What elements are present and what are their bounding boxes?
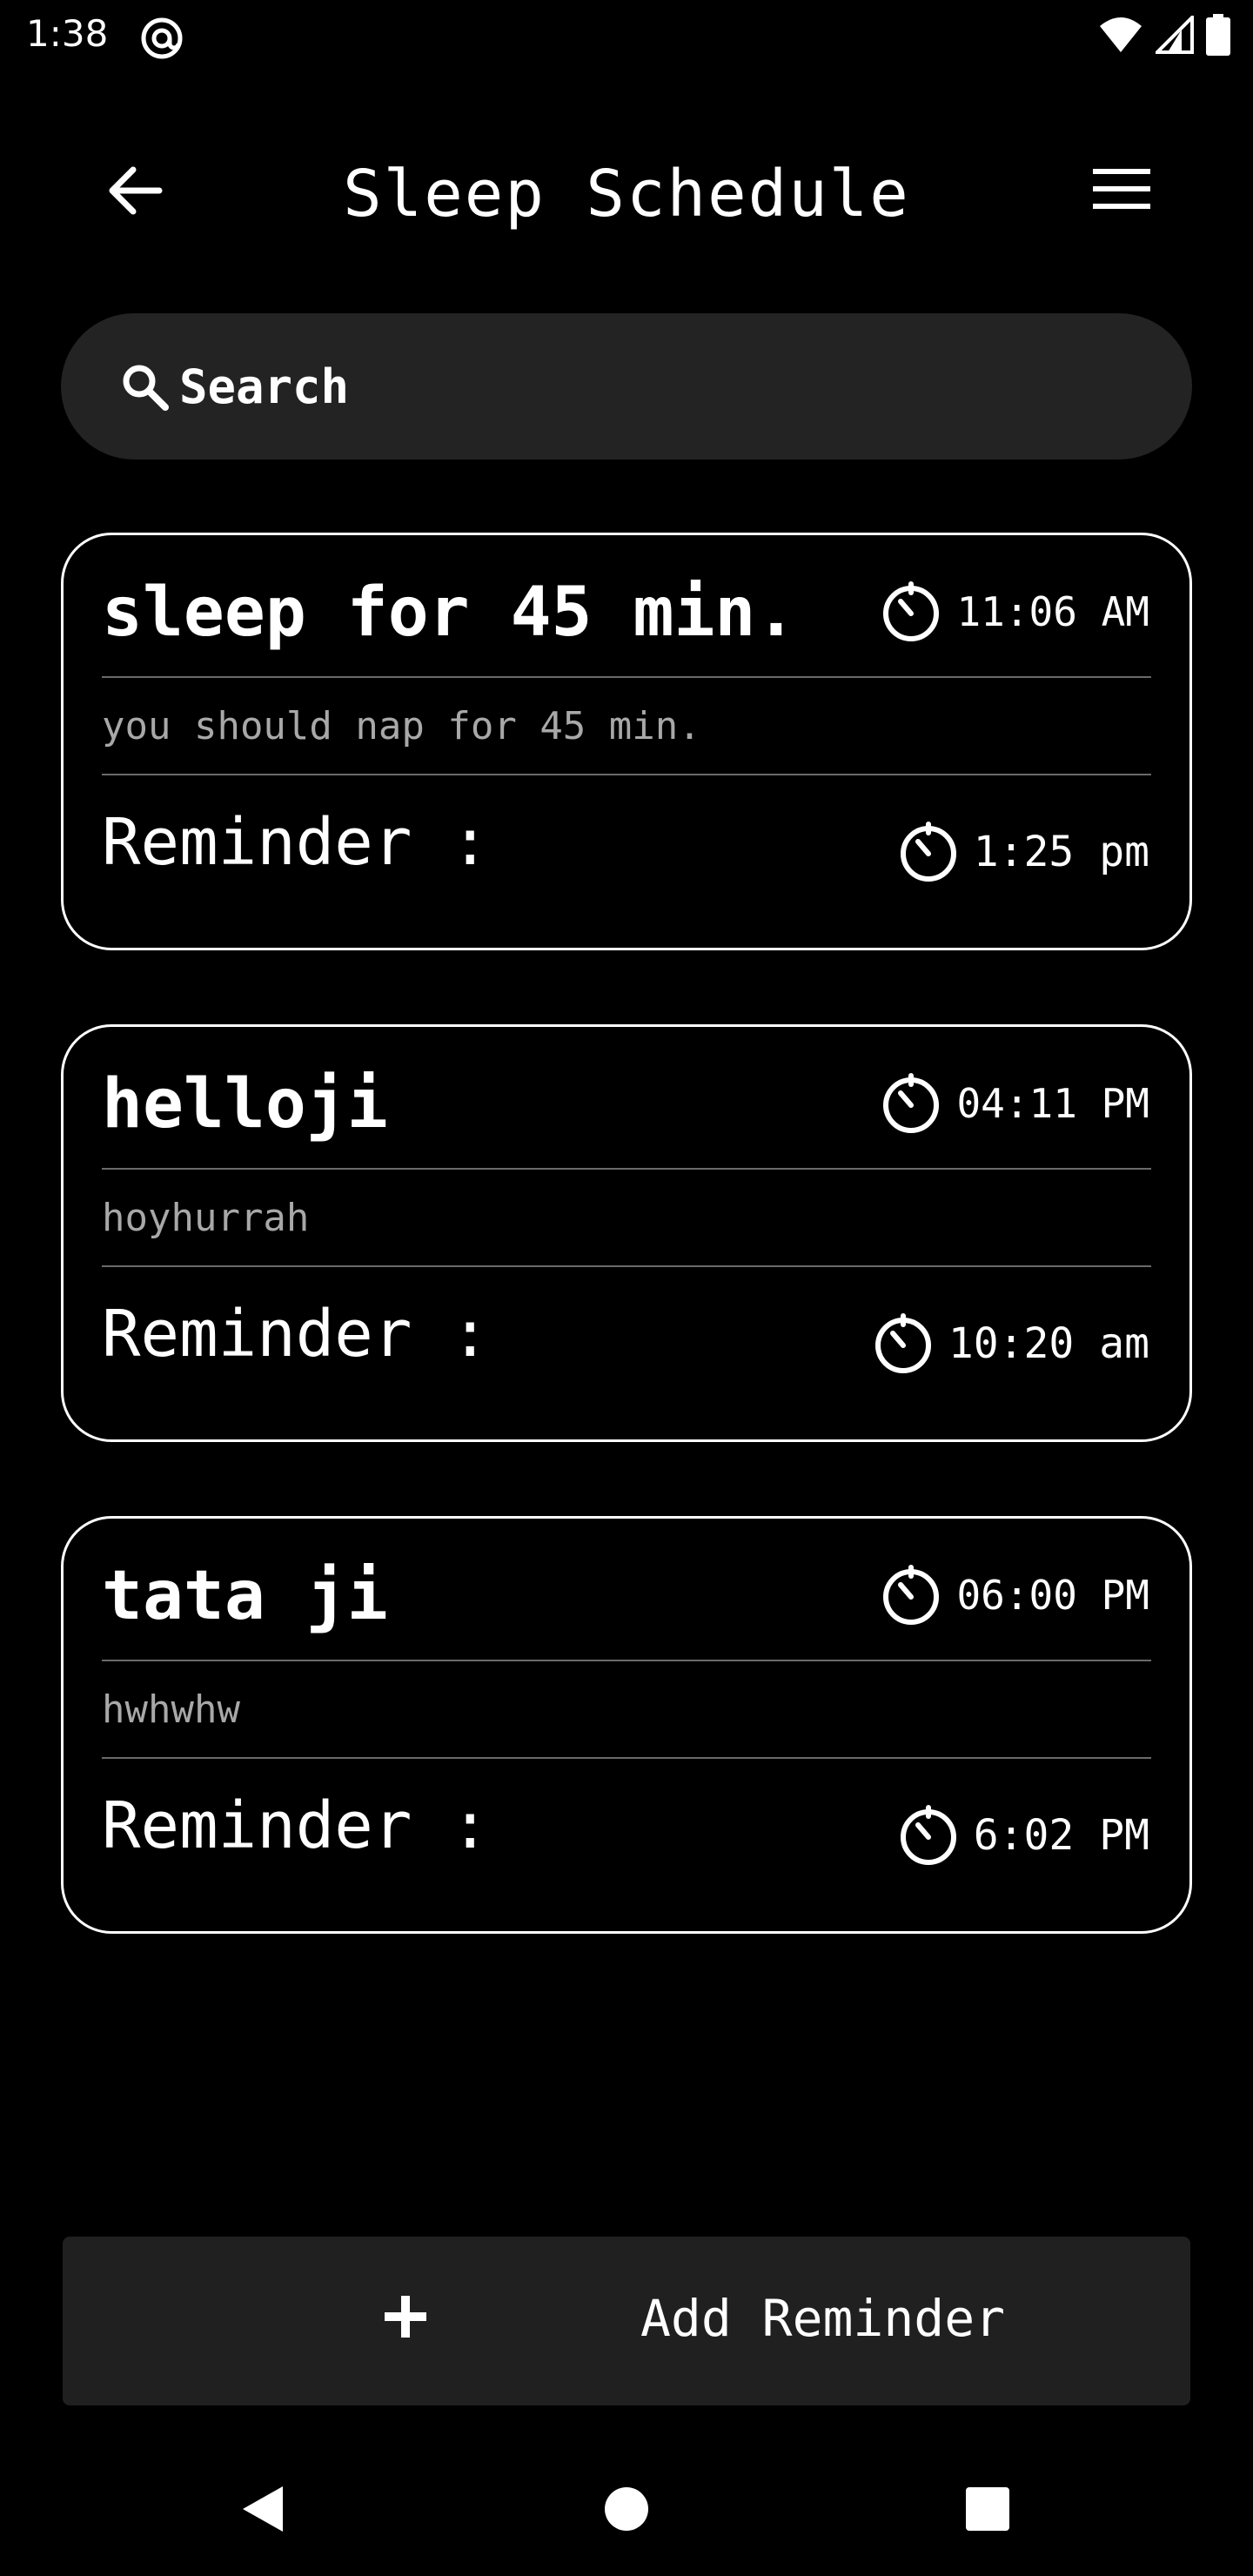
search-input[interactable]: Search xyxy=(61,313,1192,460)
status-time: 1:38 xyxy=(26,12,109,55)
reminder-title: helloji xyxy=(102,1065,388,1144)
nav-recents-icon xyxy=(964,2485,1011,2536)
reminder-label: Reminder : xyxy=(102,805,490,880)
page-title: Sleep Schedule xyxy=(343,157,910,231)
system-nav-bar xyxy=(0,2445,1253,2576)
reminder-time-text: 04:11 PM xyxy=(956,1080,1149,1127)
hamburger-menu-icon xyxy=(1093,167,1150,214)
reminder-created-time: 06:00 PM xyxy=(880,1564,1149,1627)
divider xyxy=(102,774,1151,775)
reminder-card[interactable]: tata ji 06:00 PM hwhwhw Reminder : 6:02 … xyxy=(61,1516,1192,1934)
reminder-alarm-text: 6:02 PM xyxy=(973,1811,1149,1860)
reminder-created-time: 04:11 PM xyxy=(880,1072,1149,1135)
divider xyxy=(102,1757,1151,1759)
reminder-note: hoyhurrah xyxy=(102,1196,310,1240)
search-icon xyxy=(118,360,171,413)
at-sign-icon xyxy=(139,16,184,61)
reminder-label: Reminder : xyxy=(102,1788,490,1863)
reminder-title: tata ji xyxy=(102,1557,388,1635)
reminder-alarm-time: 6:02 PM xyxy=(897,1804,1149,1867)
divider xyxy=(102,1168,1151,1170)
reminder-alarm-time: 10:20 am xyxy=(872,1312,1149,1375)
reminder-alarm-time: 1:25 pm xyxy=(897,821,1149,883)
add-reminder-label: Add Reminder xyxy=(640,2289,1006,2348)
reminder-card[interactable]: helloji 04:11 PM hoyhurrah Reminder : 10… xyxy=(61,1024,1192,1442)
timer-icon xyxy=(880,580,942,643)
timer-icon xyxy=(897,821,960,883)
battery-icon xyxy=(1206,14,1230,59)
reminder-list: sleep for 45 min. 11:06 AM you should na… xyxy=(61,533,1192,2008)
status-icons xyxy=(1098,13,1230,59)
nav-home-icon xyxy=(603,2485,650,2536)
timer-icon xyxy=(880,1072,942,1135)
timer-icon xyxy=(880,1564,942,1627)
nav-back-icon xyxy=(238,2483,286,2539)
reminder-note: you should nap for 45 min. xyxy=(102,704,701,748)
divider xyxy=(102,676,1151,678)
reminder-alarm-text: 10:20 am xyxy=(948,1319,1149,1368)
timer-icon xyxy=(872,1312,935,1375)
reminder-label: Reminder : xyxy=(102,1297,490,1372)
plus-icon xyxy=(369,2280,442,2353)
reminder-created-time: 11:06 AM xyxy=(880,580,1149,643)
reminder-time-text: 06:00 PM xyxy=(956,1572,1149,1619)
status-bar: 1:38 xyxy=(0,0,1253,73)
search-placeholder: Search xyxy=(179,359,350,414)
signal-icon xyxy=(1153,13,1194,57)
reminder-title: sleep for 45 min. xyxy=(102,574,797,652)
divider xyxy=(102,1265,1151,1267)
wifi-icon xyxy=(1098,16,1143,57)
reminder-alarm-text: 1:25 pm xyxy=(973,828,1149,876)
menu-button[interactable] xyxy=(1082,151,1161,230)
app-bar: Sleep Schedule xyxy=(0,131,1253,261)
divider xyxy=(102,1660,1151,1661)
add-reminder-button[interactable]: Add Reminder xyxy=(63,2237,1190,2405)
timer-icon xyxy=(897,1804,960,1867)
reminder-card[interactable]: sleep for 45 min. 11:06 AM you should na… xyxy=(61,533,1192,950)
nav-recents-button[interactable] xyxy=(940,2463,1035,2559)
reminder-time-text: 11:06 AM xyxy=(956,588,1149,635)
nav-back-button[interactable] xyxy=(214,2463,310,2559)
nav-home-button[interactable] xyxy=(579,2463,674,2559)
reminder-note: hwhwhw xyxy=(102,1687,240,1732)
